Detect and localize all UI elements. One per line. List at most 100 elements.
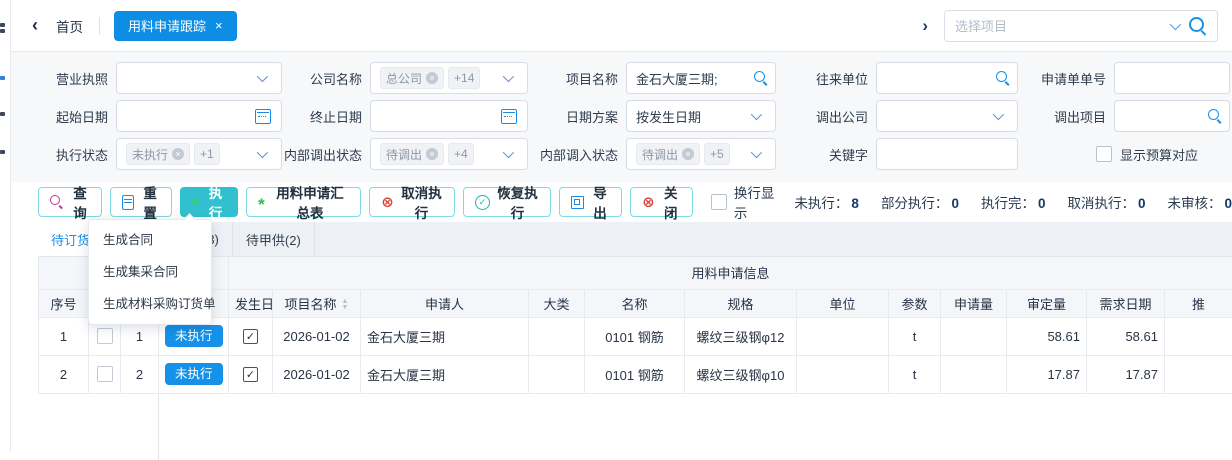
sort-icon[interactable]: ▲▼ [342,299,349,311]
column-header[interactable]: 名称 [585,289,685,317]
back-icon[interactable]: ‹ [32,15,38,36]
filter-label: 起始日期 [10,107,108,126]
remove-tag-icon[interactable]: × [172,148,184,160]
date-flag-checkbox[interactable]: ✓ [243,367,258,382]
table-cell: 17.87 [1087,355,1165,393]
resume-execute-button[interactable]: ✓恢复执行 [463,187,551,217]
transfer-out-company-select[interactable] [876,100,1018,132]
document-icon [122,195,134,210]
row-select-checkbox[interactable] [97,328,113,344]
company-name-select[interactable]: 总公司×+14 [370,62,528,94]
column-header[interactable]: 序号 [39,289,89,317]
menu-item[interactable]: 生成集采合同 [89,256,211,288]
close-button[interactable]: ⊗关闭 [630,187,693,217]
calendar-icon[interactable] [255,109,271,124]
table-cell: 0101 钢筋 [585,317,685,355]
checkbox-icon[interactable] [711,194,727,210]
chevron-down-icon [503,147,514,158]
table-cell: t [889,317,941,355]
table-cell: 1 [39,317,89,355]
remove-tag-icon[interactable]: × [426,148,438,160]
button-label: 恢复执行 [496,182,539,222]
filter-label: 项目名称 [528,69,618,88]
table-cell: 2 [121,355,159,393]
tag-chip: 未执行× [126,143,190,165]
date-flag-checkbox[interactable]: ✓ [243,329,258,344]
filter-label: 内部调出状态 [282,145,362,164]
sidebar-handle-icon[interactable] [0,29,5,33]
wrap-display-checkbox[interactable]: 换行显示 [711,182,781,222]
keyword-input[interactable] [876,138,1018,170]
menu-item[interactable]: 生成材料采购订货单 [89,288,211,320]
forward-icon[interactable]: › [922,16,928,36]
more-tags-chip: +5 [704,143,730,165]
tab-close-icon[interactable]: × [215,18,223,33]
table-cell [89,355,121,393]
show-budget-checkbox[interactable]: 显示预算对应 [1096,145,1198,164]
internal-out-status-select[interactable]: 待调出×+4 [370,138,528,170]
column-header[interactable]: 申请量 [941,289,1007,317]
column-header[interactable]: 发生日期 [229,289,273,317]
cancel-execute-button[interactable]: ⊗取消执行 [369,187,455,217]
filter-label: 日期方案 [528,107,618,126]
remove-tag-icon[interactable]: × [426,72,438,84]
column-header[interactable]: 规格 [685,289,797,317]
export-button[interactable]: 导出 [559,187,622,217]
search-icon[interactable] [1188,16,1207,35]
group-header-row: 用料申请信息 [39,257,1232,289]
search-icon[interactable] [1207,108,1223,124]
table-cell: 螺纹三级钢φ10 [685,355,797,393]
date-scheme-select[interactable]: 按发生日期 [626,100,776,132]
sidebar-item-sliver [0,112,5,116]
column-header[interactable]: 单位 [797,289,889,317]
filter-label: 执行状态 [10,145,108,164]
remove-tag-icon[interactable]: × [682,148,694,160]
counter-label: 未审核： [1167,196,1221,211]
column-header[interactable]: 大类 [529,289,585,317]
selected-tags: 总公司×+14 [380,67,499,89]
material-summary-button[interactable]: *用料申请汇总表 [246,187,361,217]
counter-label: 部分执行： [881,196,949,211]
sidebar-handle-icon[interactable] [0,23,5,27]
column-header[interactable]: 需求日期 [1087,289,1165,317]
check-circle-icon: ✓ [475,195,490,210]
checkbox-icon[interactable] [1096,146,1112,162]
menu-item[interactable]: 生成合同 [89,224,211,256]
frozen-column-divider [158,394,159,460]
reset-button[interactable]: 重置 [110,187,172,217]
query-button[interactable]: 查询 [38,187,102,217]
more-tags-chip: +4 [448,143,474,165]
result-tab[interactable]: 待甲供(2) [233,222,315,256]
selected-tags: 待调出×+4 [380,143,499,165]
table-row[interactable]: 11未执行✓2026-01-02金石大厦三期0101 钢筋螺纹三级钢φ12t58… [39,317,1232,355]
calendar-icon[interactable] [501,109,517,124]
selected-tags: 待调出×+5 [636,143,747,165]
wrap-display-label: 换行显示 [734,182,781,222]
search-icon[interactable] [753,70,769,86]
end-date-picker[interactable] [370,100,528,132]
table-row[interactable]: 22未执行✓2026-01-02金石大厦三期0101 钢筋螺纹三级钢φ10t17… [39,355,1232,393]
business-license-select[interactable] [116,62,282,94]
column-header[interactable]: 申请人 [361,289,529,317]
application-no-input[interactable] [1114,62,1230,94]
start-date-picker[interactable] [116,100,282,132]
internal-in-status-select[interactable]: 待调出×+5 [626,138,776,170]
home-link[interactable]: 首页 [56,16,83,36]
column-header[interactable]: 参数 [889,289,941,317]
counter-value: 0 [1138,196,1146,211]
tab-material-application-tracking[interactable]: 用料申请跟踪 × [114,11,237,41]
button-label: 取消执行 [400,182,443,222]
filter-label: 调出公司 [776,107,868,126]
project-select[interactable]: 选择项目 [944,10,1218,42]
execute-status-select[interactable]: 未执行×+1 [116,138,282,170]
search-icon[interactable] [995,70,1011,86]
counterparty-search[interactable] [876,62,1018,94]
column-header[interactable]: 审定量 [1007,289,1087,317]
column-header[interactable]: 项目名称▲▼ [273,289,361,317]
column-header[interactable]: 推 [1165,289,1232,317]
filter-label: 公司名称 [282,69,362,88]
execute-context-menu: 生成合同生成集采合同生成材料采购订货单 [88,219,212,325]
project-name-search[interactable]: 金石大厦三期; [626,62,776,94]
row-select-checkbox[interactable] [97,366,113,382]
transfer-out-project-search[interactable] [1114,100,1230,132]
